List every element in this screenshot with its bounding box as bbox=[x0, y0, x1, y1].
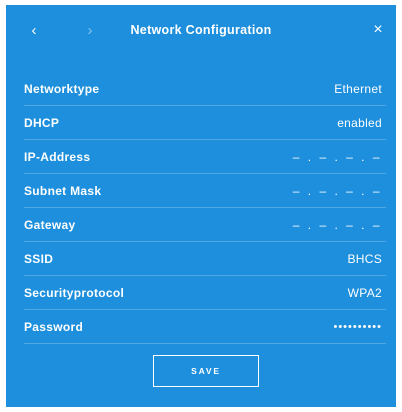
row-value: BHCS bbox=[347, 251, 382, 266]
header: ‹ › Network Configuration × bbox=[6, 5, 396, 55]
row-label: SSID bbox=[24, 251, 54, 266]
row-value: WPA2 bbox=[347, 285, 382, 300]
row-securityprotocol[interactable]: Securityprotocol WPA2 bbox=[24, 276, 386, 310]
row-value: •••••••••• bbox=[333, 320, 382, 333]
row-label: Gateway bbox=[24, 217, 76, 232]
network-config-panel: ‹ › Network Configuration × Networktype … bbox=[6, 5, 396, 407]
row-label: DHCP bbox=[24, 115, 60, 130]
row-password[interactable]: Password •••••••••• bbox=[24, 310, 386, 344]
row-value: – . – . – . – bbox=[292, 149, 382, 164]
row-label: Securityprotocol bbox=[24, 285, 125, 300]
row-ssid[interactable]: SSID BHCS bbox=[24, 242, 386, 276]
row-label: Subnet Mask bbox=[24, 183, 102, 198]
save-button[interactable]: SAVE bbox=[153, 355, 259, 387]
row-value: Ethernet bbox=[334, 81, 382, 96]
row-value: – . – . – . – bbox=[292, 183, 382, 198]
row-subnet-mask[interactable]: Subnet Mask – . – . – . – bbox=[24, 174, 386, 208]
close-icon[interactable]: × bbox=[368, 20, 388, 40]
row-networktype[interactable]: Networktype Ethernet bbox=[24, 72, 386, 106]
row-value: – . – . – . – bbox=[292, 217, 382, 232]
row-label: Password bbox=[24, 319, 84, 334]
page-title: Network Configuration bbox=[130, 23, 272, 37]
settings-list: Networktype Ethernet DHCP enabled IP-Add… bbox=[24, 72, 386, 344]
row-value: enabled bbox=[337, 115, 382, 130]
row-label: IP-Address bbox=[24, 149, 91, 164]
row-label: Networktype bbox=[24, 81, 100, 96]
row-gateway[interactable]: Gateway – . – . – . – bbox=[24, 208, 386, 242]
row-ip-address[interactable]: IP-Address – . – . – . – bbox=[24, 140, 386, 174]
row-dhcp[interactable]: DHCP enabled bbox=[24, 106, 386, 140]
